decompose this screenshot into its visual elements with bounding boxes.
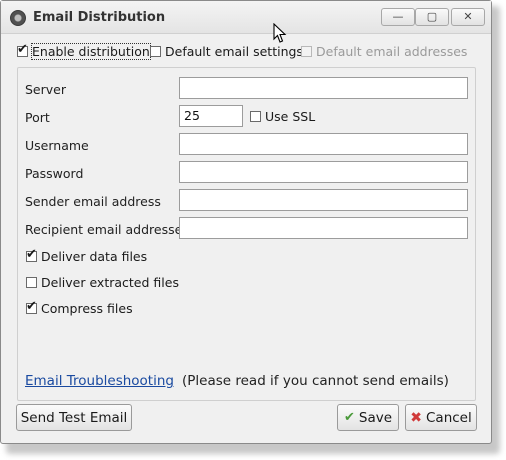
email-troubleshooting-link[interactable]: Email Troubleshooting [25, 373, 174, 389]
recipient-email-input[interactable] [179, 217, 468, 239]
port-input[interactable]: 25 [179, 105, 243, 127]
close-button[interactable]: ✕ [451, 8, 485, 26]
server-label: Server [25, 82, 66, 97]
title-bar[interactable]: Email Distribution — ▢ ✕ [1, 1, 491, 34]
use-ssl-label: Use SSL [265, 109, 316, 124]
cancel-label: Cancel [426, 409, 472, 426]
cancel-x-icon: ✖ [410, 409, 422, 426]
username-input[interactable] [179, 133, 468, 155]
maximize-button[interactable]: ▢ [415, 8, 449, 26]
deliver-extracted-files-label: Deliver extracted files [41, 275, 179, 290]
email-distribution-dialog: Email Distribution — ▢ ✕ Enable distribu… [0, 0, 492, 444]
cancel-button[interactable]: ✖ Cancel [405, 404, 477, 431]
checkbox-disabled-icon [301, 46, 312, 57]
deliver-data-files-checkbox[interactable]: Deliver data files [26, 247, 148, 264]
sender-email-input[interactable] [179, 189, 468, 211]
port-label: Port [25, 110, 50, 125]
enable-distribution-label: Enable distribution [31, 43, 151, 60]
deliver-extracted-files-checkbox[interactable]: Deliver extracted files [26, 275, 179, 290]
server-input[interactable] [179, 77, 468, 99]
default-email-settings-label: Default email settings [165, 44, 303, 59]
checkbox-checked-icon [17, 42, 28, 57]
default-email-addresses-checkbox: Default email addresses [301, 44, 467, 59]
checkbox-unchecked-icon [250, 111, 261, 122]
compress-files-label: Compress files [41, 301, 133, 316]
deliver-data-files-label: Deliver data files [41, 249, 148, 264]
password-input[interactable] [179, 161, 468, 183]
checkbox-unchecked-icon [150, 46, 161, 57]
window-title: Email Distribution [33, 10, 166, 25]
password-label: Password [25, 166, 84, 181]
use-ssl-checkbox[interactable]: Use SSL [250, 109, 315, 124]
troubleshooting-note: (Please read if you cannot send emails) [182, 373, 449, 389]
save-label: Save [358, 409, 393, 426]
send-test-email-label: Send Test Email [20, 409, 128, 426]
checkbox-unchecked-icon [26, 277, 37, 288]
sender-email-label: Sender email address [25, 194, 161, 209]
checkbox-checked-icon [26, 247, 37, 262]
send-test-email-button[interactable]: Send Test Email [16, 404, 132, 431]
enable-distribution-checkbox[interactable]: Enable distribution [17, 42, 151, 60]
checkbox-checked-icon [26, 299, 37, 314]
checkmark-icon: ✔ [343, 410, 355, 425]
compress-files-checkbox[interactable]: Compress files [26, 299, 133, 316]
default-email-addresses-label: Default email addresses [316, 44, 468, 59]
minimize-button[interactable]: — [381, 8, 415, 26]
recipient-email-label: Recipient email addresses [25, 222, 189, 237]
username-label: Username [25, 138, 89, 153]
default-email-settings-checkbox[interactable]: Default email settings [150, 44, 303, 59]
app-icon [10, 10, 26, 26]
save-button[interactable]: ✔ Save [337, 404, 399, 431]
